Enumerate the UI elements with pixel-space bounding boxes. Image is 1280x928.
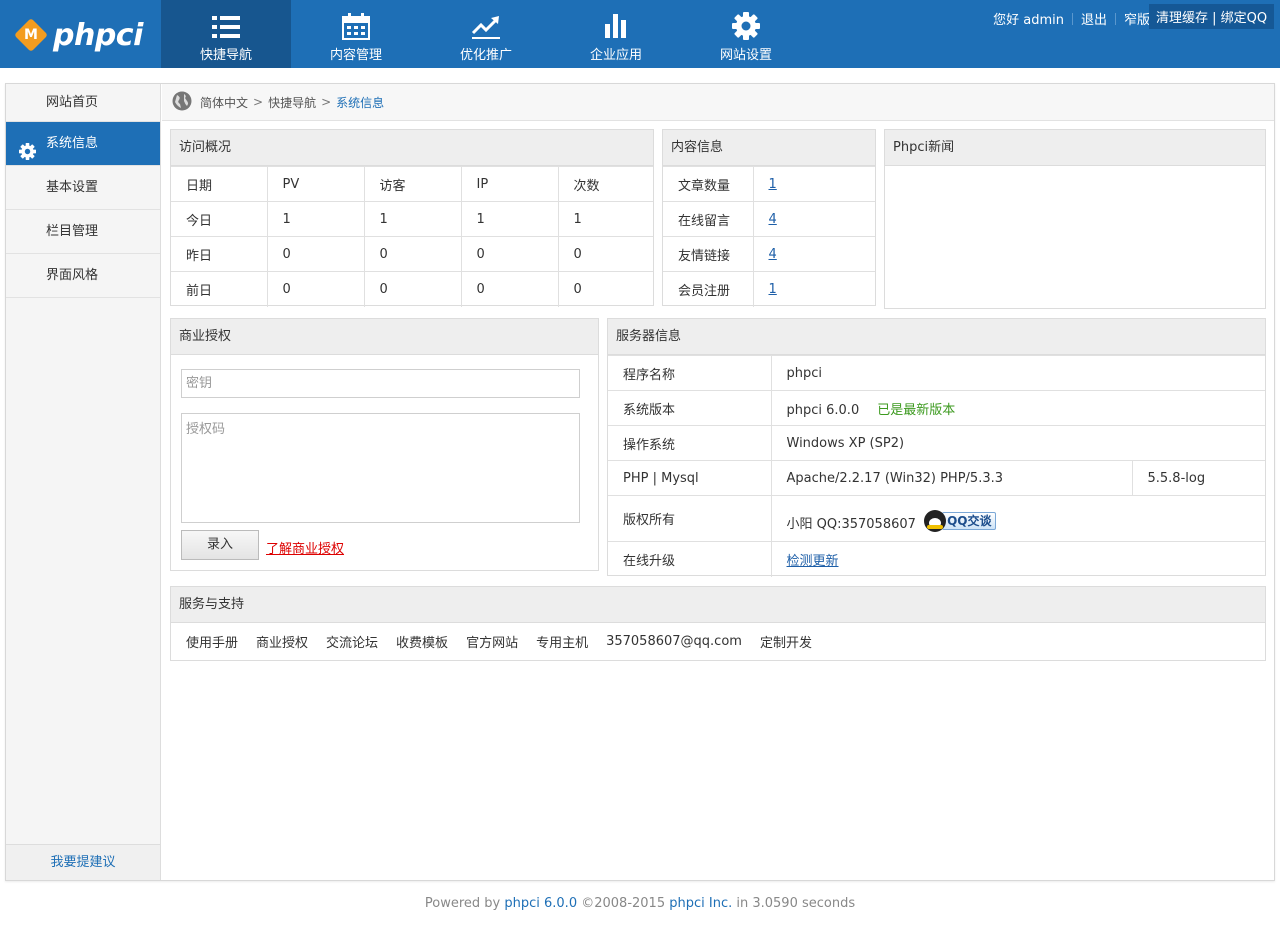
sidebar-item-basic-settings[interactable]: 基本设置 [6, 166, 160, 210]
table-row: 版权所有 小阳 QQ:357058607 QQ交谈 [608, 495, 1265, 542]
greeting: 您好 admin [993, 13, 1064, 28]
clear-cache-bind-qq-button[interactable]: 清理缓存 | 绑定QQ [1149, 4, 1274, 29]
sidebar-item-label: 系统信息 [46, 136, 99, 151]
panel-title: 服务与支持 [171, 587, 1265, 623]
globe-icon [172, 91, 192, 114]
article-count-link[interactable]: 1 [769, 177, 777, 192]
table-header-row: 日期 PV 访客 IP 次数 [171, 166, 653, 202]
support-link-manual[interactable]: 使用手册 [186, 632, 238, 651]
qq-penguin-icon [924, 509, 947, 532]
sidebar-item-home[interactable]: 网站首页 [6, 84, 160, 122]
sidebar-item-system-info[interactable]: 系统信息 [6, 122, 160, 166]
table-row: 在线升级 检测更新 [608, 541, 1265, 577]
table-row: 文章数量 1 [663, 166, 875, 202]
server-info-panel: 服务器信息 程序名称 phpci 系统版本 phpci 6.0.0 已是最新版本 操作… [607, 318, 1266, 577]
user-links: 您好 admin 退出 窄版 [993, 9, 1150, 28]
trend-icon [421, 0, 551, 40]
breadcrumb-current: 系统信息 [336, 95, 385, 110]
content-area: 简体中文 > 快捷导航 > 系统信息 访问概况 日期 PV 访客 IP 次数 今… [162, 84, 1274, 880]
panel-title: Phpci新闻 [885, 130, 1265, 166]
table-row: 昨日 0 0 0 0 [171, 236, 653, 272]
qq-chat-button[interactable]: QQ交谈 [924, 509, 997, 532]
list-icon [161, 0, 291, 40]
logo[interactable]: M phpci [14, 16, 143, 54]
table-row: 系统版本 phpci 6.0.0 已是最新版本 [608, 390, 1265, 426]
learn-license-link[interactable]: 了解商业授权 [266, 538, 344, 557]
main-nav: 快捷导航 内容管理 优化推广 企业应用 网站设置 [161, 0, 811, 68]
check-update-link[interactable]: 检测更新 [787, 554, 839, 569]
bar-chart-icon [551, 0, 681, 40]
panel-title: 内容信息 [663, 130, 875, 166]
calendar-icon [291, 0, 421, 40]
panel-title: 商业授权 [171, 319, 598, 355]
sidebar: 网站首页 系统信息 基本设置 栏目管理 界面风格 我要提建议 [6, 84, 161, 880]
member-count-link[interactable]: 1 [769, 282, 777, 297]
visit-overview-panel: 访问概况 日期 PV 访客 IP 次数 今日 1 1 1 1 昨日 0 0 0 0 前日 0 0 0 0 [170, 129, 654, 307]
footer: Powered by phpci 6.0.0 ©2008-2015 phpci … [424, 896, 856, 911]
nav-promotion[interactable]: 优化推广 [421, 0, 551, 68]
table-row: 前日 0 0 0 0 [171, 271, 653, 307]
nav-quick[interactable]: 快捷导航 [161, 0, 291, 68]
sidebar-item-column-management[interactable]: 栏目管理 [6, 210, 160, 254]
panel-title: 服务器信息 [608, 319, 1265, 355]
breadcrumb-lang[interactable]: 简体中文 [200, 94, 248, 111]
content-info-table: 文章数量 1 在线留言 4 友情链接 4 会员注册 1 [663, 166, 875, 307]
support-links: 使用手册 商业授权 交流论坛 收费模板 官方网站 专用主机 357058607@… [171, 623, 1265, 660]
support-link-license[interactable]: 商业授权 [256, 632, 308, 651]
nav-content[interactable]: 内容管理 [291, 0, 421, 68]
table-row: 在线留言 4 [663, 201, 875, 237]
table-row: 友情链接 4 [663, 236, 875, 272]
narrow-layout-link[interactable]: 窄版 [1124, 9, 1150, 28]
logo-text: phpci [53, 17, 143, 53]
support-panel: 服务与支持 使用手册 商业授权 交流论坛 收费模板 官方网站 专用主机 3570… [170, 586, 1266, 661]
license-panel: 商业授权 密钥 授权码 录入 了解商业授权 [170, 318, 599, 571]
content-info-panel: 内容信息 文章数量 1 在线留言 4 友情链接 4 会员注册 1 [662, 129, 876, 307]
breadcrumb: 简体中文 > 快捷导航 > 系统信息 [162, 84, 1274, 121]
table-row: 程序名称 phpci [608, 355, 1265, 391]
sidebar-item-interface-style[interactable]: 界面风格 [6, 254, 160, 298]
logout-link[interactable]: 退出 [1081, 9, 1107, 28]
support-link-custom-dev[interactable]: 定制开发 [760, 632, 812, 651]
nav-enterprise[interactable]: 企业应用 [551, 0, 681, 68]
version-status: 已是最新版本 [877, 402, 956, 418]
nav-settings[interactable]: 网站设置 [681, 0, 811, 68]
visit-table: 日期 PV 访客 IP 次数 今日 1 1 1 1 昨日 0 0 0 0 前日 0 0 0 0 [171, 166, 653, 307]
footer-company-link[interactable]: phpci Inc. [669, 896, 732, 911]
submit-button[interactable]: 录入 [181, 530, 259, 560]
table-row: 今日 1 1 1 1 [171, 201, 653, 237]
suggestion-link[interactable]: 我要提建议 [6, 844, 160, 880]
support-link-official-site[interactable]: 官方网站 [466, 632, 518, 651]
license-code-textarea[interactable]: 授权码 [181, 413, 580, 523]
license-key-input[interactable]: 密钥 [181, 369, 580, 398]
table-row: 会员注册 1 [663, 271, 875, 307]
panel-title: 访问概况 [171, 130, 653, 166]
table-row: 操作系统 Windows XP (SP2) [608, 425, 1265, 461]
news-panel: Phpci新闻 [884, 129, 1266, 309]
server-info-table: 程序名称 phpci 系统版本 phpci 6.0.0 已是最新版本 操作系统 Wind… [608, 355, 1265, 577]
logo-mark-icon: M [14, 18, 48, 52]
breadcrumb-section[interactable]: 快捷导航 [268, 94, 316, 111]
friend-link-count-link[interactable]: 4 [769, 247, 777, 262]
support-link-hosting[interactable]: 专用主机 [536, 632, 588, 651]
top-header: M phpci 快捷导航 内容管理 优化推广 企业应用 网站设置 您好 admi… [0, 0, 1280, 68]
gear-icon [681, 0, 811, 40]
support-link-forum[interactable]: 交流论坛 [326, 632, 378, 651]
support-link-email[interactable]: 357058607@qq.com [606, 634, 742, 649]
support-link-templates[interactable]: 收费模板 [396, 632, 448, 651]
footer-version-link[interactable]: phpci 6.0.0 [504, 896, 577, 911]
table-row: PHP | Mysql Apache/2.2.17 (Win32) PHP/5.3… [608, 460, 1265, 496]
main-container: 网站首页 系统信息 基本设置 栏目管理 界面风格 我要提建议 简体中文 > 快捷… [5, 83, 1275, 881]
message-count-link[interactable]: 4 [769, 212, 777, 227]
